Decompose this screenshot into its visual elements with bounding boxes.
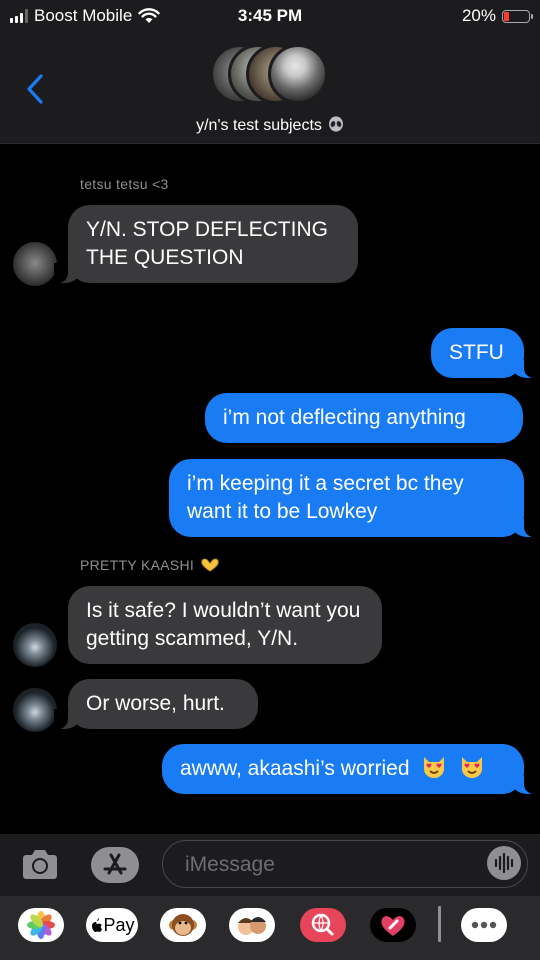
message-text: Is it safe? I wouldn’t want you getting … [86, 599, 361, 650]
web-search-button[interactable] [300, 908, 346, 942]
app-store-icon [103, 853, 127, 875]
avatar[interactable] [13, 242, 57, 286]
message-bubble-incoming[interactable]: Is it safe? I wouldn’t want you getting … [68, 586, 382, 664]
message-text: i’m keeping it a secret bc they want it … [187, 472, 464, 523]
photos-icon [27, 911, 55, 939]
memoji-button[interactable] [229, 908, 275, 942]
digital-touch-icon [381, 916, 405, 936]
app-drawer: Pay [0, 896, 540, 960]
group-name[interactable]: y/n's test subjects [0, 116, 540, 135]
heart-hands-icon [201, 558, 219, 572]
message-bubble-outgoing[interactable]: STFU [431, 328, 538, 378]
group-name-label: y/n's test subjects [196, 117, 322, 134]
message-input-bar [0, 834, 540, 896]
camera-icon[interactable] [20, 847, 60, 881]
message-input[interactable] [183, 841, 467, 888]
message-text: Y/N. STOP DEFLECTING THE QUESTION [86, 218, 328, 269]
battery-percent: 20% [461, 6, 496, 25]
apple-pay-button[interactable]: Pay [86, 908, 138, 942]
message-text: STFU [449, 341, 504, 364]
status-time: 3:45 PM [237, 6, 303, 25]
message-bubble-incoming[interactable]: Or worse, hurt. [54, 679, 258, 729]
avatar [268, 44, 328, 104]
waveform-icon [494, 852, 514, 874]
conversation-header: y/n's test subjects [0, 32, 540, 144]
chevron-left-icon[interactable] [22, 72, 48, 106]
audio-message-button[interactable] [487, 846, 521, 880]
digital-touch-button[interactable] [370, 908, 416, 942]
message-text: i’m not deflecting anything [223, 406, 466, 429]
monkey-memoji-button[interactable] [160, 908, 206, 942]
alien-icon [328, 116, 343, 132]
sender-name: tetsu tetsu <3 [80, 176, 169, 192]
message-bubble-incoming[interactable]: Y/N. STOP DEFLECTING THE QUESTION [54, 205, 358, 283]
message-bubble-outgoing[interactable]: i’m not deflecting anything [205, 393, 523, 443]
memoji-icon [238, 917, 266, 935]
monkey-memoji-icon [169, 914, 197, 936]
avatar[interactable] [13, 688, 57, 732]
message-field[interactable] [162, 840, 528, 888]
apple-pay-icon [92, 918, 103, 932]
message-bubble-outgoing[interactable]: i’m keeping it a secret bc they want it … [169, 459, 538, 537]
sender-name-label: PRETTY KAASHI [80, 557, 195, 573]
message-text: awww, akaashi’s worried [180, 757, 410, 780]
status-bar: Boost Mobile 3:45 PM 20% [0, 0, 540, 32]
heart-eyes-cat-icon [462, 757, 483, 778]
message-text: Or worse, hurt. [86, 692, 225, 715]
battery-icon [502, 9, 533, 23]
sender-name: PRETTY KAASHI [80, 557, 220, 573]
avatar[interactable] [13, 623, 57, 667]
more-apps-button[interactable] [461, 908, 507, 942]
message-bubble-outgoing[interactable]: awww, akaashi’s worried [162, 744, 538, 794]
group-avatars[interactable] [210, 44, 330, 110]
more-apps-icon [471, 921, 497, 929]
status-right: 20% [461, 6, 533, 26]
divider [438, 906, 441, 942]
web-search-icon [311, 913, 334, 936]
photos-app-button[interactable] [18, 908, 64, 942]
app-store-button[interactable] [91, 847, 139, 883]
heart-eyes-cat-icon [424, 757, 445, 778]
apple-pay-label: Pay [103, 914, 135, 935]
